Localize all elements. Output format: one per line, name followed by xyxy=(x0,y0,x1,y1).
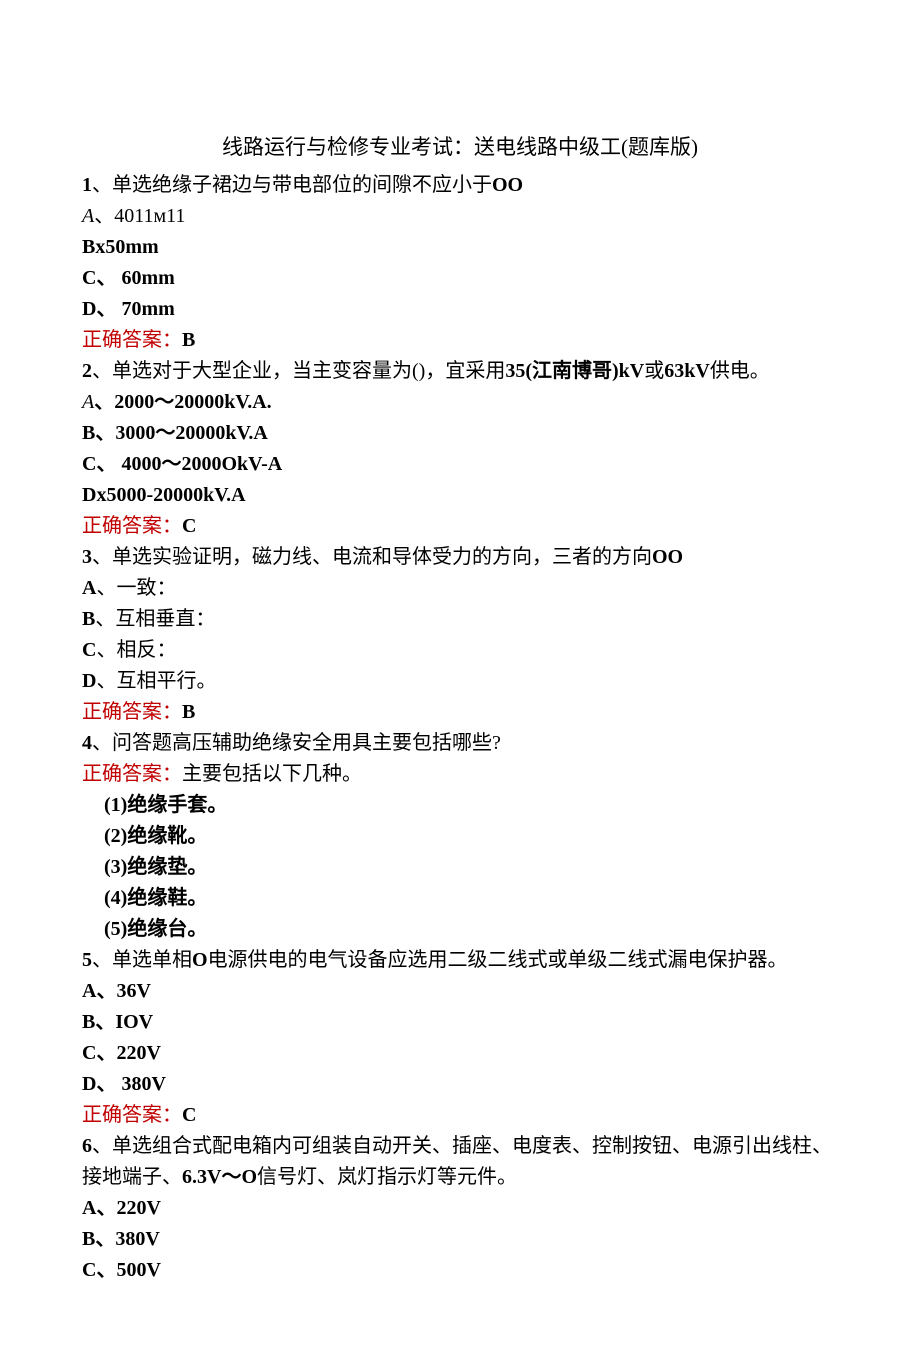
q3-answer: 正确答案：B xyxy=(82,697,838,728)
q1-opt-c: C、 60mm xyxy=(82,263,838,294)
q3-opt-d: D、互相平行。 xyxy=(82,666,838,697)
q2-tail2: 或 xyxy=(644,360,664,382)
q2-tail1: kV xyxy=(619,360,645,382)
q6-stem-d: 信号灯、岚灯指示灯等元件。 xyxy=(257,1166,517,1188)
q4-item-4: (4)绝缘鞋。 xyxy=(82,883,838,914)
q6-opt-c: C、500V xyxy=(82,1255,838,1286)
q3-b-text: 、互相垂直： xyxy=(95,608,215,630)
q1-tail: OO xyxy=(492,174,523,196)
q5-stem-b: O xyxy=(192,949,208,971)
q6-stem-a: 、单选组合式配电箱内可组装自动开关、插座、电度表、控制按钮、电源引出线柱、 xyxy=(92,1135,832,1157)
q5-opt-b: B、IOV xyxy=(82,1007,838,1038)
q3-opt-b: B、互相垂直： xyxy=(82,604,838,635)
q1-stem: 1、单选绝缘子裙边与带电部位的间隙不应小于OO xyxy=(82,170,838,201)
q5-num: 5 xyxy=(82,949,92,971)
q5-stem: 5、单选单相O电源供电的电气设备应选用二级二线式或单级二线式漏电保护器。 xyxy=(82,945,838,976)
q2-opt-a-val: 、2000〜20000kV.A. xyxy=(94,391,271,413)
q4-item-3: (3)绝缘垫。 xyxy=(82,852,838,883)
q1-answer: 正确答案：B xyxy=(82,325,838,356)
q4-answer: 正确答案：主要包括以下几种。 xyxy=(82,759,838,790)
page-title: 线路运行与检修专业考试：送电线路中级工(题库版) xyxy=(82,131,838,164)
q3-stem: 3、单选实验证明，磁力线、电流和导体受力的方向，三者的方向OO xyxy=(82,542,838,573)
q6-stem-b: 接地端子、 xyxy=(82,1166,182,1188)
q3-d-letter: D xyxy=(82,670,96,692)
q2-opt-c: C、 4000〜2000OkV-A xyxy=(82,449,838,480)
q6-stem-line1: 6、单选组合式配电箱内可组装自动开关、插座、电度表、控制按钮、电源引出线柱、 xyxy=(82,1131,838,1162)
q1-opt-a-val: 4011м11 xyxy=(114,205,185,227)
q2-tail3: 63kV xyxy=(664,360,710,382)
q5-opt-a: A、36V xyxy=(82,976,838,1007)
q2-answer: 正确答案：C xyxy=(82,511,838,542)
answer-label: 正确答案： xyxy=(82,329,182,351)
q2-opt-d: Dx5000-20000kV.A xyxy=(82,480,838,511)
q1-opt-a-sep: 、 xyxy=(94,205,114,227)
q2-opt-b: B、3000〜20000kV.A xyxy=(82,418,838,449)
q3-tail: OO xyxy=(652,546,683,568)
q6-opt-b: B、380V xyxy=(82,1224,838,1255)
q2-mid: 35(江南博哥) xyxy=(505,360,618,382)
q6-opt-a: A、220V xyxy=(82,1193,838,1224)
q3-stem-text: 、单选实验证明，磁力线、电流和导体受力的方向，三者的方向 xyxy=(92,546,652,568)
q4-answer-text: 主要包括以下几种。 xyxy=(182,763,362,785)
answer-label: 正确答案： xyxy=(82,701,182,723)
q3-c-text: 、相反： xyxy=(96,639,176,661)
q1-opt-d: D、 70mm xyxy=(82,294,838,325)
q2-opt-a: A、2000〜20000kV.A. xyxy=(82,387,838,418)
q1-num: 1 xyxy=(82,174,92,196)
q5-stem-c: 电源供电的电气设备应选用二级二线式或单级二线式漏电保护器。 xyxy=(208,949,788,971)
q3-answer-value: B xyxy=(182,701,195,723)
q3-c-letter: C xyxy=(82,639,96,661)
q3-opt-a: A、一致： xyxy=(82,573,838,604)
answer-label: 正确答案： xyxy=(82,515,182,537)
answer-label: 正确答案： xyxy=(82,763,182,785)
q5-answer: 正确答案：C xyxy=(82,1100,838,1131)
q4-item-1: (1)绝缘手套。 xyxy=(82,790,838,821)
q3-a-text: 、一致： xyxy=(96,577,176,599)
q3-opt-c: C、相反： xyxy=(82,635,838,666)
q1-answer-value: B xyxy=(182,329,195,351)
q2-stem-text: 、单选对于大型企业，当主变容量为()，宜采用 xyxy=(92,360,505,382)
q5-answer-value: C xyxy=(182,1104,196,1126)
q4-num: 4 xyxy=(82,732,92,754)
q2-tail4: 供电。 xyxy=(710,360,770,382)
q1-stem-text: 、单选绝缘子裙边与带电部位的间隙不应小于 xyxy=(92,174,492,196)
q4-stem-text: 、问答题高压辅助绝缘安全用具主要包括哪些? xyxy=(92,732,501,754)
q6-stem-line2: 接地端子、6.3V〜O信号灯、岚灯指示灯等元件。 xyxy=(82,1162,838,1193)
q3-b-letter: B xyxy=(82,608,95,630)
q4-item-2: (2)绝缘靴。 xyxy=(82,821,838,852)
q4-item-5: (5)绝缘台。 xyxy=(82,914,838,945)
q3-num: 3 xyxy=(82,546,92,568)
q6-stem-c: 6.3V〜O xyxy=(182,1166,257,1188)
q4-stem: 4、问答题高压辅助绝缘安全用具主要包括哪些? xyxy=(82,728,838,759)
q1-opt-b: Bx50mm xyxy=(82,232,838,263)
q2-opt-a-pre: A xyxy=(82,391,94,413)
answer-label: 正确答案： xyxy=(82,1104,182,1126)
q2-num: 2 xyxy=(82,360,92,382)
q6-num: 6 xyxy=(82,1135,92,1157)
q2-answer-value: C xyxy=(182,515,196,537)
q5-opt-c: C、220V xyxy=(82,1038,838,1069)
q3-a-letter: A xyxy=(82,577,96,599)
q2-stem: 2、单选对于大型企业，当主变容量为()，宜采用35(江南博哥)kV或63kV供电… xyxy=(82,356,838,387)
q3-d-text: 、互相平行。 xyxy=(96,670,216,692)
q1-opt-a-pre: A xyxy=(82,205,94,227)
q5-opt-d: D、 380V xyxy=(82,1069,838,1100)
document-page: 线路运行与检修专业考试：送电线路中级工(题库版) 1、单选绝缘子裙边与带电部位的… xyxy=(0,0,920,1346)
q5-stem-a: 、单选单相 xyxy=(92,949,192,971)
q1-opt-a: A、4011м11 xyxy=(82,201,838,232)
